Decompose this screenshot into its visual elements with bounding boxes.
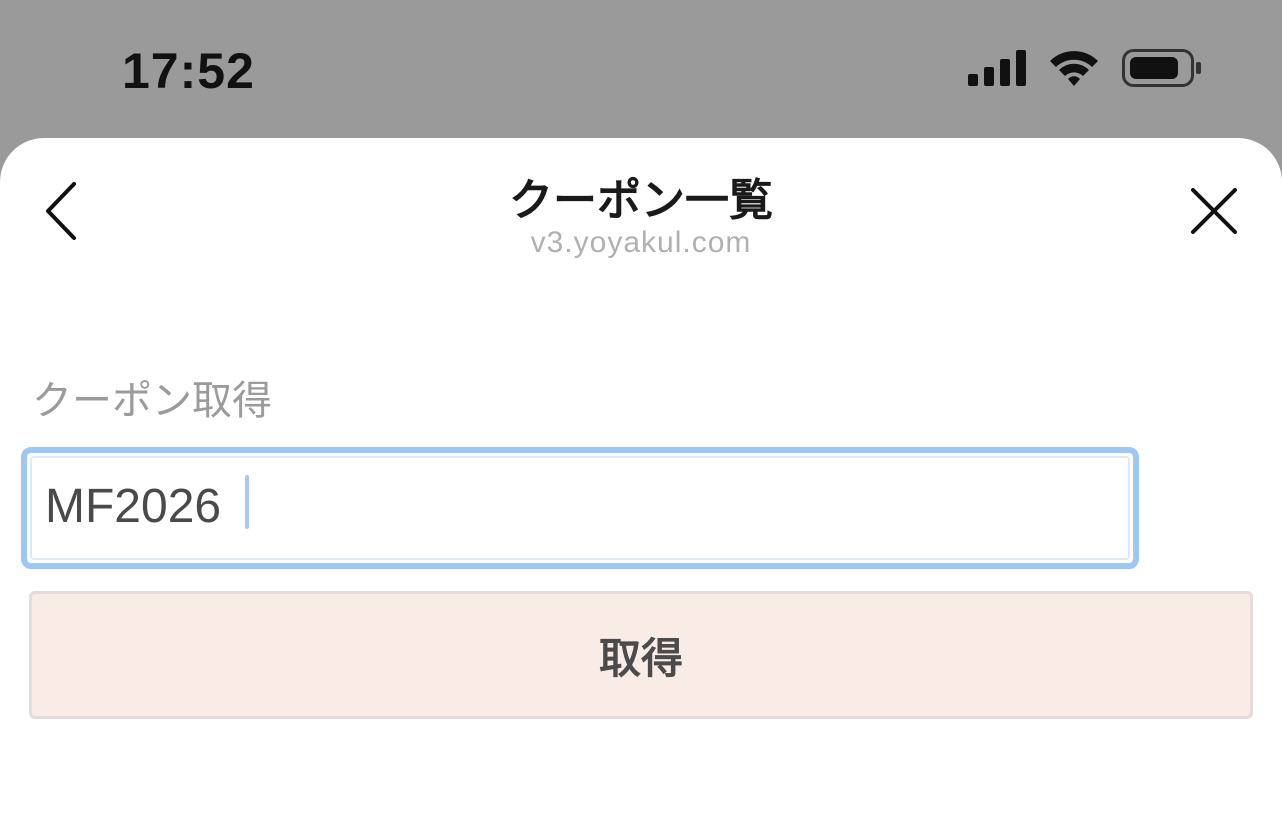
status-icons <box>968 48 1202 92</box>
coupon-code-field[interactable] <box>21 447 1139 569</box>
battery-icon <box>1122 49 1202 91</box>
sheet-header: クーポン一覧 v3.yoyakul.com <box>0 138 1282 278</box>
modal-sheet: クーポン一覧 v3.yoyakul.com クーポン取得 取得 <box>0 138 1282 838</box>
page-domain: v3.yoyakul.com <box>530 226 752 259</box>
status-time: 17:52 <box>122 43 255 99</box>
acquire-coupon-button[interactable]: 取得 <box>29 591 1253 719</box>
page-title: クーポン一覧 <box>509 175 773 226</box>
wifi-icon <box>1048 48 1100 92</box>
status-bar: 17:52 <box>0 0 1282 140</box>
close-icon <box>1189 186 1239 240</box>
text-caret <box>245 475 249 529</box>
coupon-section-label: クーポン取得 <box>32 378 272 424</box>
coupon-code-input[interactable] <box>45 471 1095 541</box>
close-button[interactable] <box>1184 183 1244 243</box>
cellular-signal-icon <box>968 50 1026 90</box>
